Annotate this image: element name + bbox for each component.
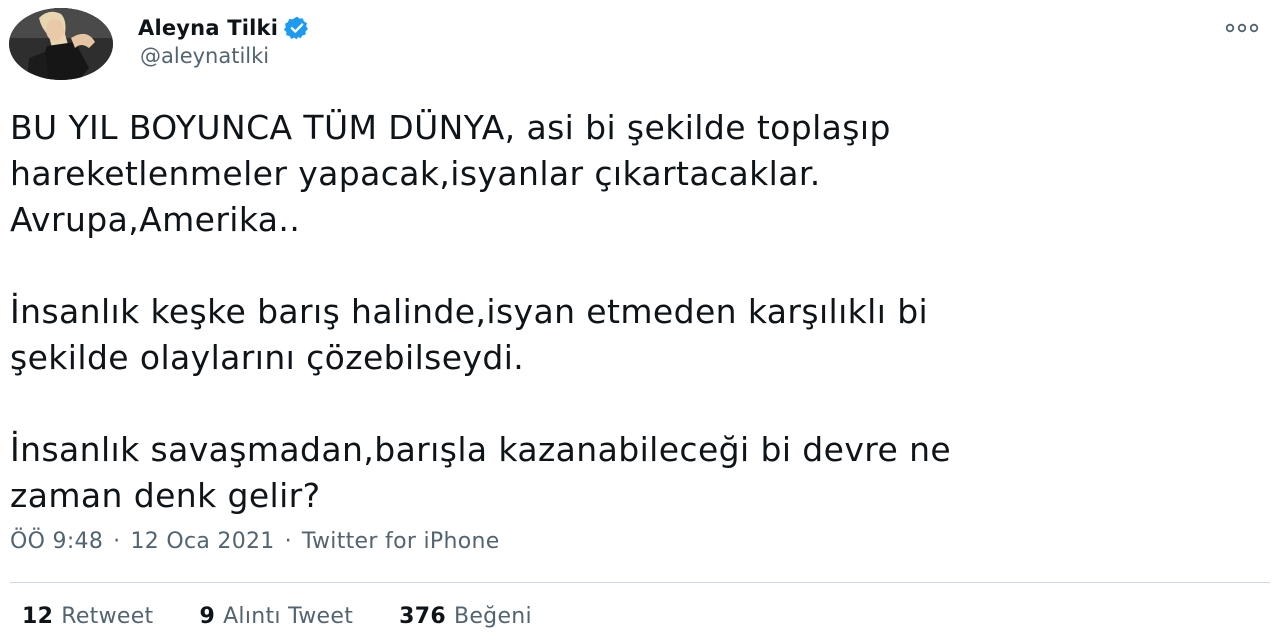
tweet-line: İnsanlık savaşmadan,barışla kazanabilece… xyxy=(10,430,952,469)
tweet-card: Aleyna Tilki @aleynatilki BU YIL BOYUNCA… xyxy=(0,0,1280,640)
tweet-source[interactable]: Twitter for iPhone xyxy=(302,529,500,554)
tweet-line: şekilde olaylarını çözebilseydi. xyxy=(10,338,525,377)
tweet-date[interactable]: 12 Oca 2021 xyxy=(130,529,274,554)
tweet-line: hareketlenmeler yapacak,isyanlar çıkarta… xyxy=(10,154,821,193)
tweet-meta: ÖÖ 9:48 · 12 Oca 2021 · Twitter for iPho… xyxy=(10,529,500,554)
tweet-stats: 12 Retweet 9 Alıntı Tweet 376 Beğeni xyxy=(22,604,532,629)
divider xyxy=(10,582,1270,583)
tweet-line: BU YIL BOYUNCA TÜM DÜNYA, asi bi şekilde… xyxy=(10,108,891,147)
display-name[interactable]: Aleyna Tilki xyxy=(138,16,278,40)
meta-separator: · xyxy=(284,529,292,554)
meta-separator: · xyxy=(113,529,121,554)
like-count: 376 xyxy=(399,604,446,629)
retweets-stat[interactable]: 12 Retweet xyxy=(22,604,153,629)
quote-label: Alıntı Tweet xyxy=(223,604,354,629)
quotes-stat[interactable]: 9 Alıntı Tweet xyxy=(199,604,353,629)
likes-stat[interactable]: 376 Beğeni xyxy=(399,604,532,629)
verified-badge-icon xyxy=(284,16,309,40)
name-row: Aleyna Tilki xyxy=(138,13,310,43)
profile-photo xyxy=(9,8,113,80)
avatar[interactable] xyxy=(9,8,113,80)
tweet-line: İnsanlık keşke barış halinde,isyan etmed… xyxy=(10,292,929,331)
tweet-text: BU YIL BOYUNCA TÜM DÜNYA, asi bi şekilde… xyxy=(10,105,1260,519)
user-handle[interactable]: @aleynatilki xyxy=(140,44,269,68)
tweet-time[interactable]: ÖÖ 9:48 xyxy=(10,529,103,554)
retweet-label: Retweet xyxy=(61,604,154,629)
quote-count: 9 xyxy=(199,604,216,629)
tweet-line: Avrupa,Amerika.. xyxy=(10,200,301,239)
like-label: Beğeni xyxy=(453,604,532,629)
tweet-line: zaman denk gelir? xyxy=(10,476,321,515)
retweet-count: 12 xyxy=(22,604,54,629)
ellipsis-icon[interactable] xyxy=(1222,18,1262,38)
